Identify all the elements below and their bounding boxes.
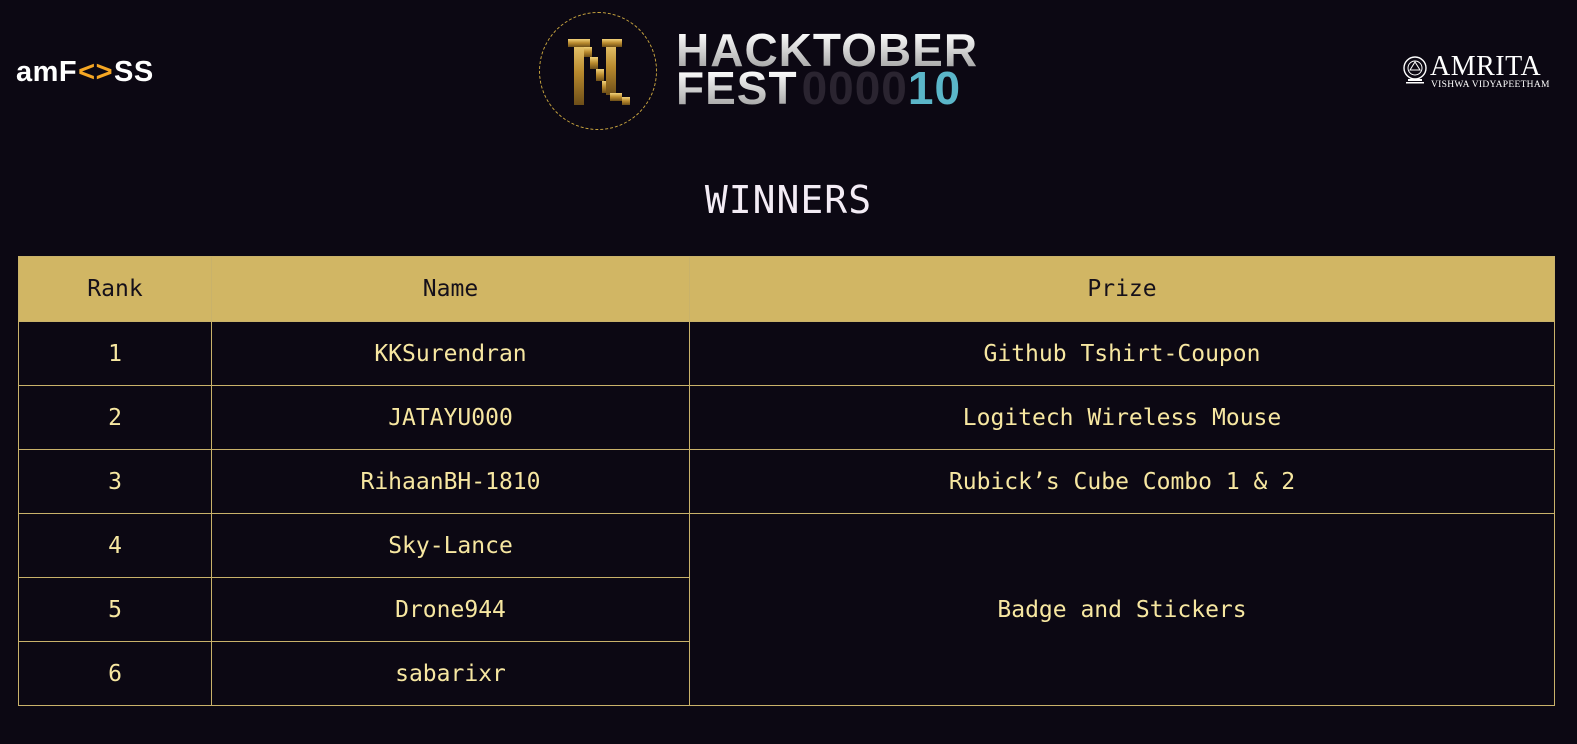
name-cell: Drone944 xyxy=(211,577,690,642)
name-cell: KKSurendran xyxy=(211,321,690,386)
table-header-row: Rank Name Prize xyxy=(18,256,1555,322)
name-cell: sabarixr xyxy=(211,641,690,706)
amrita-subtitle: VISHWA VIDYAPEETHAM xyxy=(1431,80,1550,90)
table-row: 4 Sky-Lance Badge and Stickers xyxy=(18,513,1555,706)
hacktoberfest-fest: FEST xyxy=(676,62,798,114)
amrita-emblem-icon xyxy=(1403,56,1427,84)
rank-cell: 4 xyxy=(18,513,212,578)
rank-cell: 1 xyxy=(18,321,212,386)
page-title: WINNERS xyxy=(704,178,873,222)
rank-cell: 6 xyxy=(18,641,212,706)
table-row: 3 RihaanBH-1810 Rubick’s Cube Combo 1 & … xyxy=(18,449,1555,514)
amfoss-brackets-icon: <> xyxy=(78,55,114,88)
amfoss-logo-part2: SS xyxy=(114,55,154,88)
hacktoberfest-line2: FEST 0000 10 xyxy=(676,62,978,114)
column-header-rank: Rank xyxy=(18,256,212,322)
name-cell: Sky-Lance xyxy=(211,513,690,578)
hacktoberfest-logo: HACKTOBER FEST 0000 10 xyxy=(676,27,978,114)
rank-cell: 2 xyxy=(18,385,212,450)
column-header-prize: Prize xyxy=(689,256,1555,322)
prize-cell-merged: Badge and Stickers xyxy=(689,513,1555,706)
name-cell: JATAYU000 xyxy=(211,385,690,450)
hacktoberfest-zeros: 0000 xyxy=(801,62,908,114)
column-header-name: Name xyxy=(211,256,690,322)
amrita-logo[interactable]: AMRITA VISHWA VIDYAPEETHAM xyxy=(1402,52,1552,92)
hacktoberfest-badge-icon xyxy=(539,12,657,130)
prize-cell: Github Tshirt-Coupon xyxy=(689,321,1555,386)
table-row: 2 JATAYU000 Logitech Wireless Mouse xyxy=(18,385,1555,450)
hacktoberfest-number: 10 xyxy=(907,62,962,114)
site-header: amF <> SS HACKTOBER FEST 0000 10 AMRITA … xyxy=(0,0,1577,150)
prize-cell: Rubick’s Cube Combo 1 & 2 xyxy=(689,449,1555,514)
amfoss-logo[interactable]: amF <> SS xyxy=(16,54,154,90)
amfoss-logo-part1: amF xyxy=(16,55,78,88)
table-row: 1 KKSurendran Github Tshirt-Coupon xyxy=(18,321,1555,386)
rank-cell: 5 xyxy=(18,577,212,642)
winners-table: Rank Name Prize 1 KKSurendran Github Tsh… xyxy=(18,256,1555,706)
name-cell: RihaanBH-1810 xyxy=(211,449,690,514)
amrita-name: AMRITA xyxy=(1430,51,1542,82)
prize-cell: Logitech Wireless Mouse xyxy=(689,385,1555,450)
rank-cell: 3 xyxy=(18,449,212,514)
